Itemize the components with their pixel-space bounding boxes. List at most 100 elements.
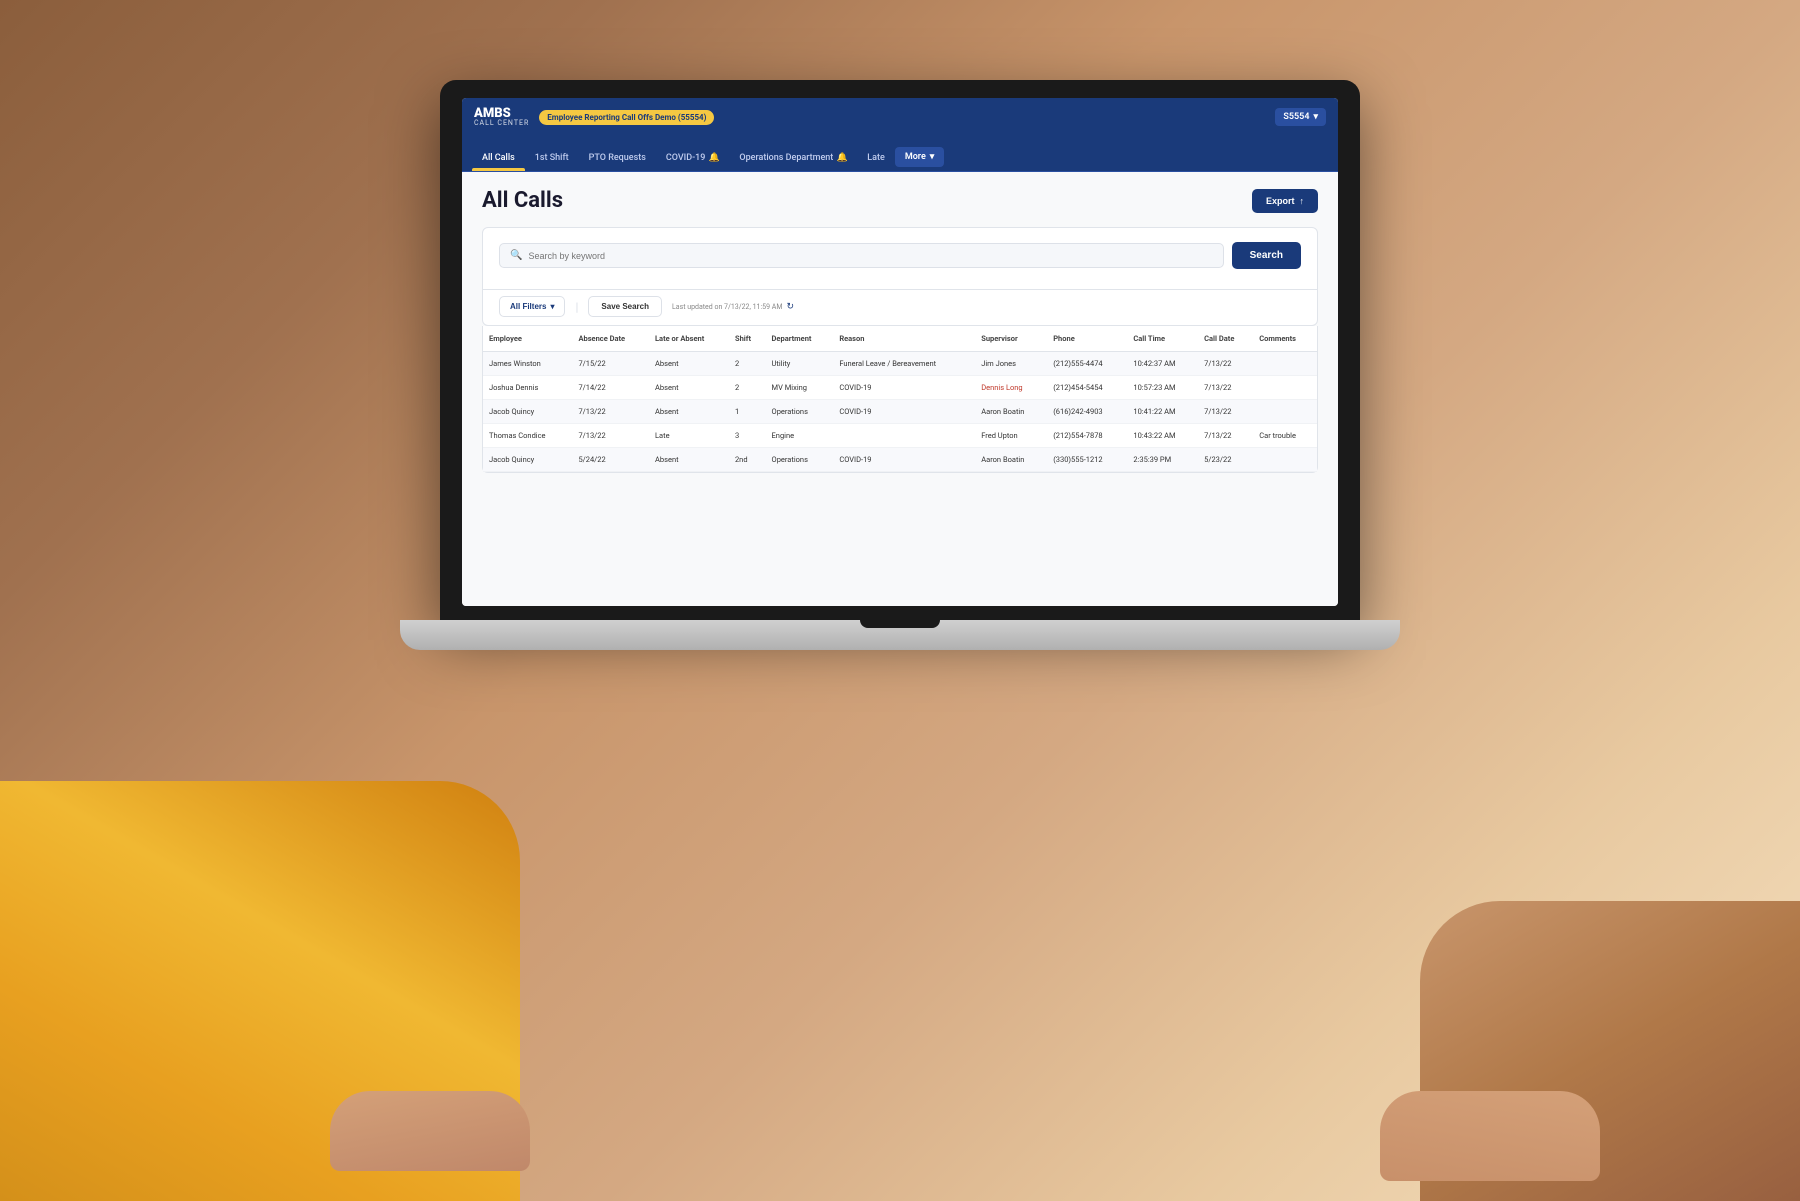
user-badge[interactable]: S5554 ▾ xyxy=(1275,108,1326,126)
cell-shift: 1 xyxy=(729,400,766,424)
screen-bezel: AMBS CALL CENTER Employee Reporting Call… xyxy=(440,80,1360,620)
cell-supervisor: Jim Jones xyxy=(975,352,1047,376)
tab-operations-dept[interactable]: Operations Department 🔔 xyxy=(729,145,857,171)
col-comments: Comments xyxy=(1253,326,1317,352)
laptop-frame: AMBS CALL CENTER Employee Reporting Call… xyxy=(440,80,1360,700)
cell-call-date: 7/13/22 xyxy=(1198,376,1253,400)
all-filters-button[interactable]: All Filters ▾ xyxy=(499,296,565,317)
cell-late-or-absent: Absent xyxy=(649,352,729,376)
cell-absence-date: 5/24/22 xyxy=(572,448,649,472)
cell-call-date: 7/13/22 xyxy=(1198,400,1253,424)
cell-employee: Joshua Dennis xyxy=(483,376,572,400)
cell-absence-date: 7/14/22 xyxy=(572,376,649,400)
export-button[interactable]: Export ↑ xyxy=(1252,189,1318,213)
brand-logo: AMBS CALL CENTER xyxy=(474,107,529,127)
tab-late[interactable]: Late xyxy=(857,145,895,171)
cell-phone: (212)554-7878 xyxy=(1047,424,1127,448)
page-header: All Calls Export ↑ xyxy=(482,188,1318,213)
cell-comments xyxy=(1253,376,1317,400)
export-icon: ↑ xyxy=(1300,196,1305,206)
table-row: James Winston 7/15/22 Absent 2 Utility F… xyxy=(483,352,1317,376)
cell-call-time: 10:57:23 AM xyxy=(1127,376,1198,400)
cell-employee: Jacob Quincy xyxy=(483,448,572,472)
cell-absence-date: 7/13/22 xyxy=(572,424,649,448)
search-icon: 🔍 xyxy=(510,250,522,261)
filter-divider: | xyxy=(575,300,578,314)
table-row: Joshua Dennis 7/14/22 Absent 2 MV Mixing… xyxy=(483,376,1317,400)
cell-supervisor: Aaron Boatin xyxy=(975,448,1047,472)
col-department: Department xyxy=(766,326,834,352)
search-row: 🔍 Search xyxy=(499,242,1301,269)
cell-department: MV Mixing xyxy=(766,376,834,400)
cell-call-time: 10:42:37 AM xyxy=(1127,352,1198,376)
cell-shift: 2 xyxy=(729,352,766,376)
cell-employee: James Winston xyxy=(483,352,572,376)
cell-call-time: 10:43:22 AM xyxy=(1127,424,1198,448)
cell-reason: COVID-19 xyxy=(833,376,975,400)
table-row: Jacob Quincy 7/13/22 Absent 1 Operations… xyxy=(483,400,1317,424)
filter-row: All Filters ▾ | Save Search Last updated… xyxy=(483,290,1317,325)
chevron-down-icon: ▾ xyxy=(1313,112,1318,122)
col-reason: Reason xyxy=(833,326,975,352)
demo-badge: Employee Reporting Call Offs Demo (55554… xyxy=(539,110,714,125)
laptop-notch xyxy=(860,620,940,628)
cell-phone: (330)555-1212 xyxy=(1047,448,1127,472)
cell-reason: COVID-19 xyxy=(833,448,975,472)
table-row: Thomas Condice 7/13/22 Late 3 Engine Fre… xyxy=(483,424,1317,448)
tab-all-calls[interactable]: All Calls xyxy=(472,145,525,171)
cell-call-time: 2:35:39 PM xyxy=(1127,448,1198,472)
chevron-down-icon-more: ▾ xyxy=(930,152,935,162)
cell-comments xyxy=(1253,448,1317,472)
tab-1st-shift[interactable]: 1st Shift xyxy=(525,145,579,171)
search-button[interactable]: Search xyxy=(1232,242,1301,269)
save-search-button[interactable]: Save Search xyxy=(588,296,662,317)
cell-late-or-absent: Absent xyxy=(649,448,729,472)
cell-shift: 3 xyxy=(729,424,766,448)
cell-department: Operations xyxy=(766,400,834,424)
refresh-icon[interactable]: ↻ xyxy=(786,302,794,312)
cell-reason: COVID-19 xyxy=(833,400,975,424)
cell-reason xyxy=(833,424,975,448)
calls-table: Employee Absence Date Late or Absent Shi… xyxy=(483,326,1317,472)
col-call-date: Call Date xyxy=(1198,326,1253,352)
bell-icon-operations: 🔔 xyxy=(837,153,847,163)
cell-absence-date: 7/15/22 xyxy=(572,352,649,376)
hand-left xyxy=(330,1091,530,1171)
main-content: All Calls Export ↑ 🔍 Sea xyxy=(462,172,1338,606)
col-absence-date: Absence Date xyxy=(572,326,649,352)
cell-absence-date: 7/13/22 xyxy=(572,400,649,424)
cell-phone: (212)555-4474 xyxy=(1047,352,1127,376)
cell-supervisor: Aaron Boatin xyxy=(975,400,1047,424)
screen-content: AMBS CALL CENTER Employee Reporting Call… xyxy=(462,98,1338,606)
cell-comments: Car trouble xyxy=(1253,424,1317,448)
table-row: Jacob Quincy 5/24/22 Absent 2nd Operatio… xyxy=(483,448,1317,472)
search-input[interactable] xyxy=(528,251,1212,261)
cell-supervisor[interactable]: Dennis Long xyxy=(975,376,1047,400)
cell-supervisor: Fred Upton xyxy=(975,424,1047,448)
cell-reason: Funeral Leave / Bereavement xyxy=(833,352,975,376)
tab-navigation: All Calls 1st Shift PTO Requests COVID-1… xyxy=(462,136,1338,172)
col-call-time: Call Time xyxy=(1127,326,1198,352)
col-phone: Phone xyxy=(1047,326,1127,352)
cell-phone: (212)454-5454 xyxy=(1047,376,1127,400)
cell-department: Operations xyxy=(766,448,834,472)
brand-area: AMBS CALL CENTER Employee Reporting Call… xyxy=(474,107,714,127)
table-header-row: Employee Absence Date Late or Absent Shi… xyxy=(483,326,1317,352)
cell-department: Engine xyxy=(766,424,834,448)
data-table-container: Employee Absence Date Late or Absent Shi… xyxy=(482,326,1318,473)
cell-employee: Jacob Quincy xyxy=(483,400,572,424)
top-navbar: AMBS CALL CENTER Employee Reporting Call… xyxy=(462,98,1338,136)
cell-comments xyxy=(1253,352,1317,376)
tab-covid19[interactable]: COVID-19 🔔 xyxy=(656,145,730,171)
chevron-down-icon-filters: ▾ xyxy=(550,302,554,311)
tab-more[interactable]: More ▾ xyxy=(895,147,945,167)
cell-employee: Thomas Condice xyxy=(483,424,572,448)
cell-call-date: 5/23/22 xyxy=(1198,448,1253,472)
cell-call-date: 7/13/22 xyxy=(1198,424,1253,448)
col-shift: Shift xyxy=(729,326,766,352)
search-area-wrapper: 🔍 Search All Filters ▾ | Save xyxy=(482,227,1318,326)
search-input-wrapper[interactable]: 🔍 xyxy=(499,243,1224,268)
tab-pto-requests[interactable]: PTO Requests xyxy=(579,145,656,171)
cell-late-or-absent: Absent xyxy=(649,400,729,424)
cell-department: Utility xyxy=(766,352,834,376)
